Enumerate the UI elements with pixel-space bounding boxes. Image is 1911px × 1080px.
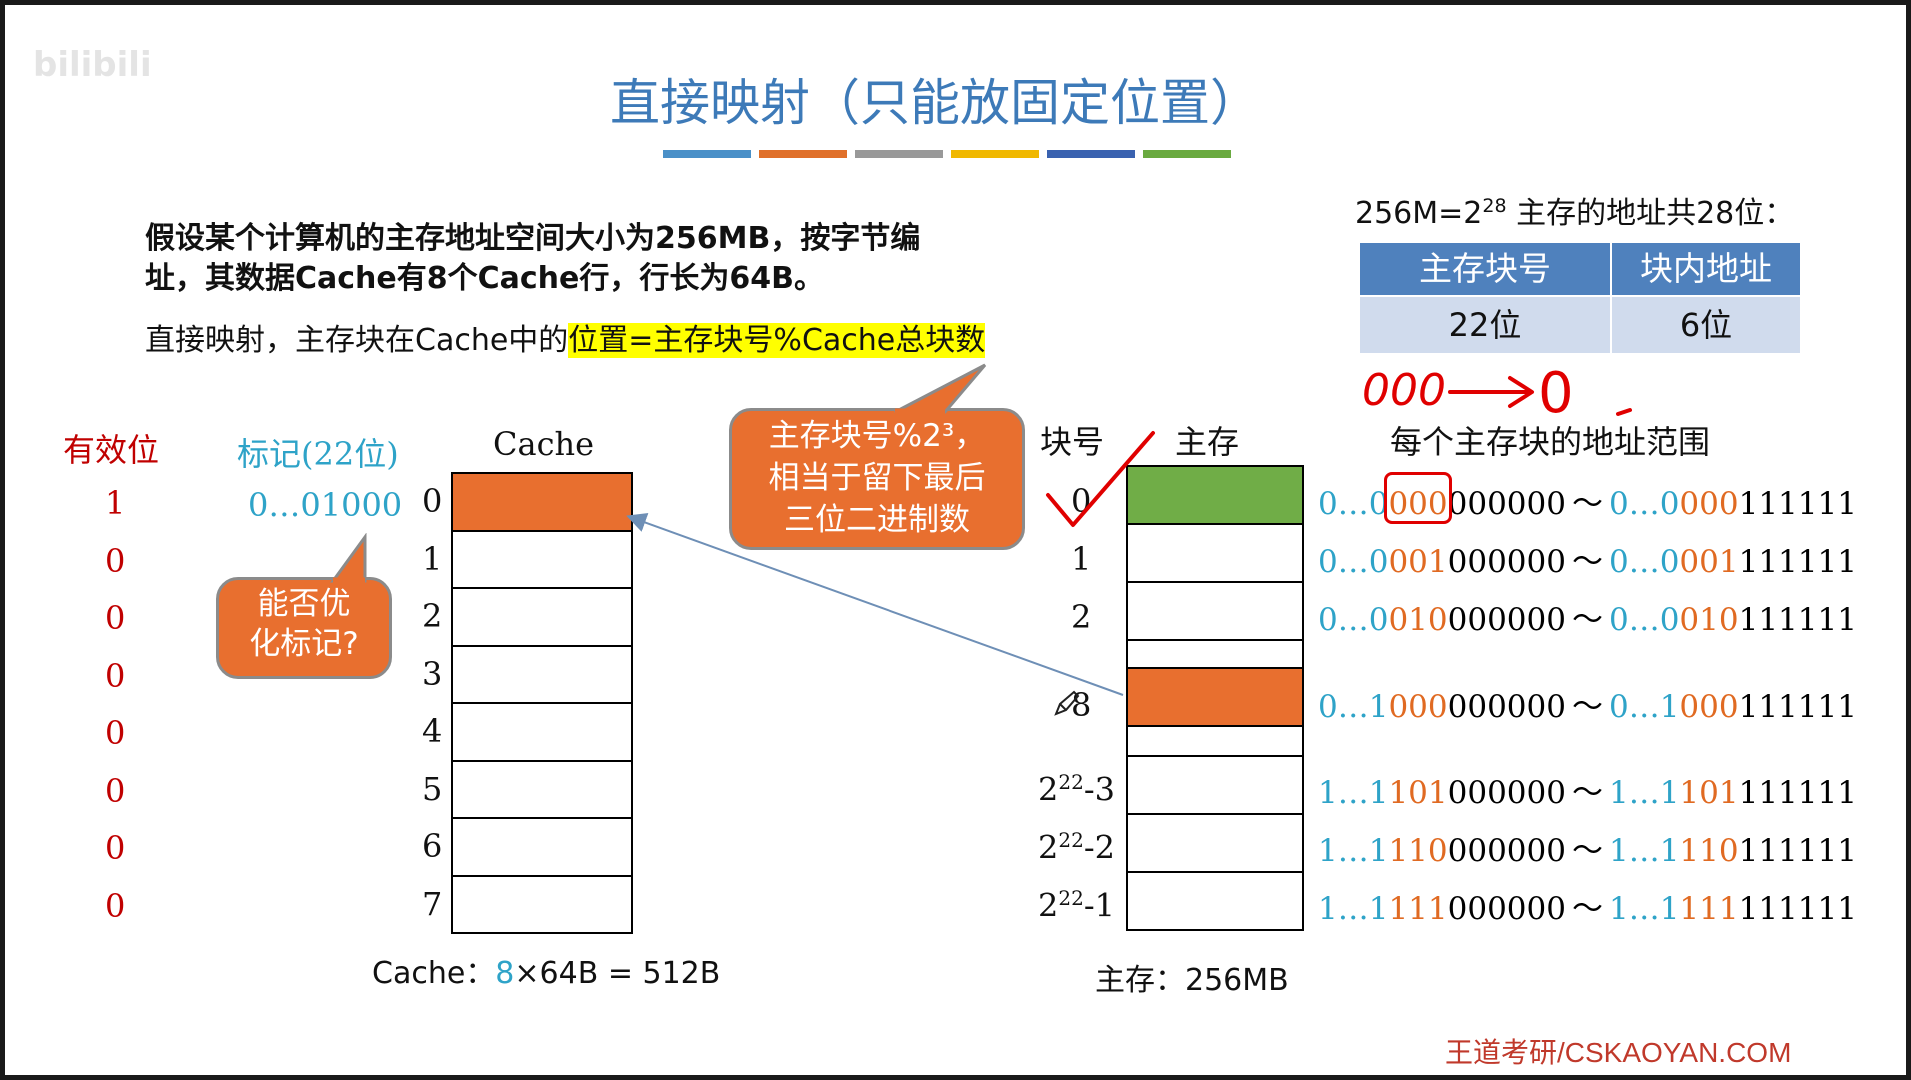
- footer-brand: 王道考研/CSKAOYAN.COM: [1445, 1037, 1792, 1068]
- mapping-arrow: [626, 513, 1124, 696]
- slide: bilibili 直接映射（只能放固定位置） 假设某个计算机的主存地址空间大小为…: [5, 5, 1906, 1075]
